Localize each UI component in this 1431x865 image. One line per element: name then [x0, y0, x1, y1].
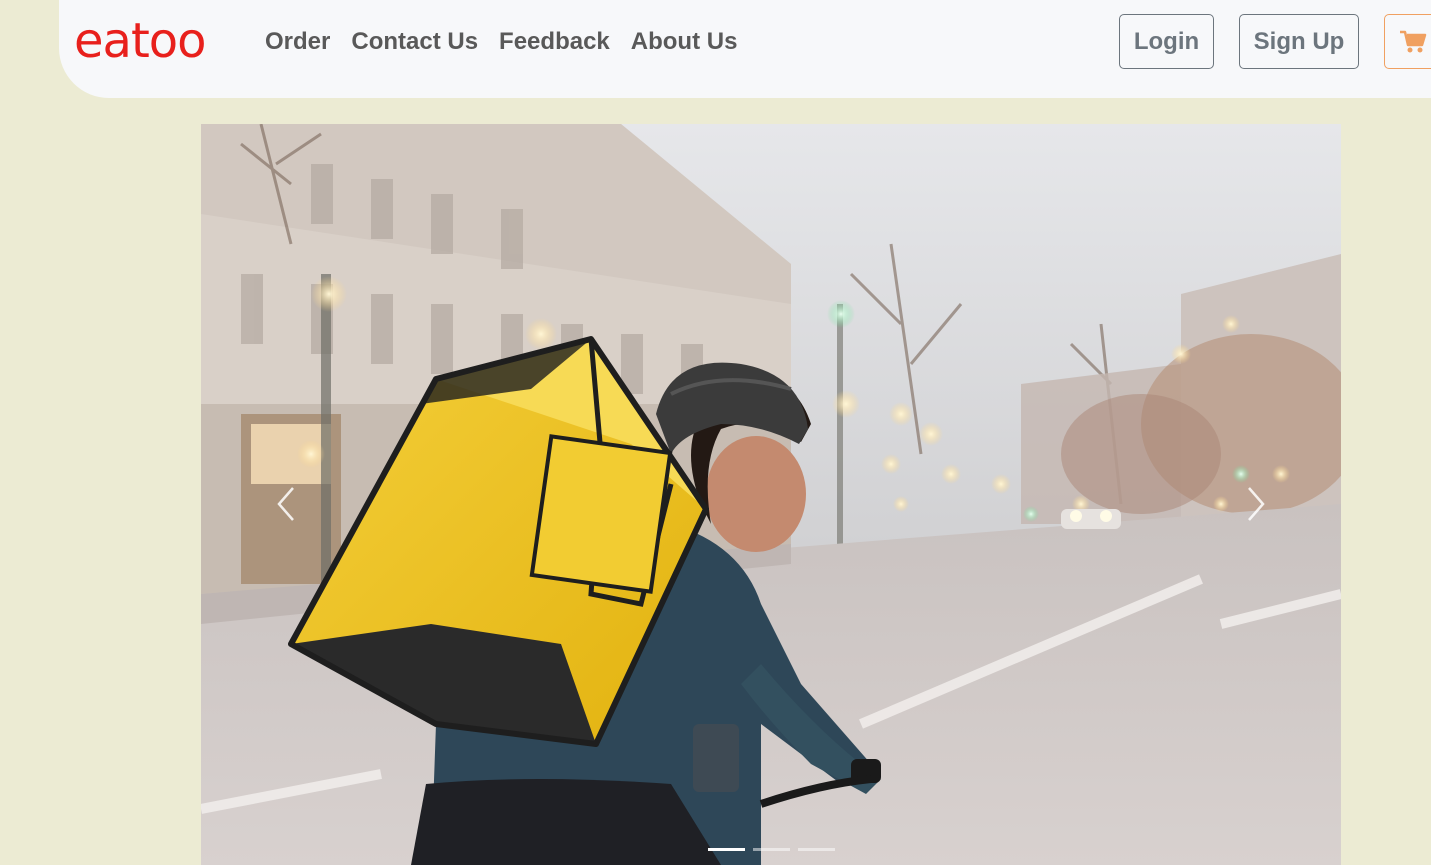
carousel-next-button[interactable] [1226, 474, 1286, 534]
chevron-left-icon [277, 487, 294, 521]
carousel-prev-button[interactable] [256, 474, 316, 534]
login-button[interactable]: Login [1119, 14, 1214, 69]
slide-image-delivery-cyclist [201, 124, 1341, 865]
cart-button[interactable] [1384, 14, 1431, 69]
signup-button[interactable]: Sign Up [1239, 14, 1359, 69]
carousel-indicator-2[interactable] [753, 848, 790, 851]
nav-link-order[interactable]: Order [265, 26, 330, 58]
nav-link-feedback[interactable]: Feedback [499, 26, 610, 58]
carousel-indicator-3[interactable] [798, 848, 835, 851]
nav-links: Order Contact Us Feedback About Us [265, 26, 737, 58]
brand-logo[interactable]: eatoo [74, 10, 206, 72]
carousel-indicator-1[interactable] [708, 848, 745, 851]
chevron-right-icon [1248, 487, 1265, 521]
carousel-indicators [708, 848, 835, 851]
shopping-cart-icon [1400, 30, 1427, 52]
hero-carousel [201, 124, 1341, 865]
nav-link-about-us[interactable]: About Us [631, 26, 738, 58]
nav-link-contact-us[interactable]: Contact Us [351, 26, 478, 58]
navbar: eatoo Order Contact Us Feedback About Us… [59, 0, 1431, 98]
